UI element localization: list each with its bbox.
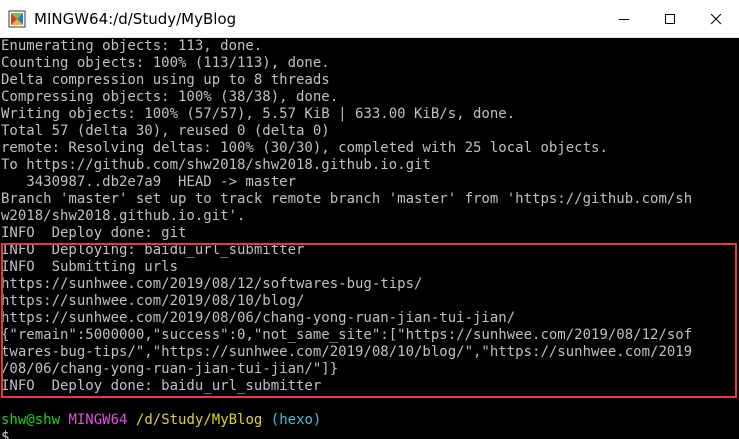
output-line: INFO Deploy done: git <box>1 225 187 241</box>
output-line: Writing objects: 100% (57/57), 5.57 KiB … <box>1 106 516 122</box>
output-line: w2018/shw2018.github.io.git'. <box>1 208 246 224</box>
terminal-window: MINGW64:/d/Study/MyBlog Enumerating obje… <box>0 0 739 439</box>
output-line: Branch 'master' set up to track remote b… <box>1 191 693 207</box>
output-line: 3430987..db2e7a9 HEAD -> master <box>1 174 297 190</box>
output-line: Enumerating objects: 113, done. <box>1 38 263 54</box>
highlighted-line: {"remain":5000000,"success":0,"not_same_… <box>1 327 693 343</box>
mingw-terminal-icon[interactable] <box>8 10 26 28</box>
prompt-system: MINGW64 <box>68 412 128 428</box>
highlighted-line: INFO Deploying: baidu_url_submitter <box>1 242 305 258</box>
window-title: MINGW64:/d/Study/MyBlog <box>34 9 237 28</box>
prompt-symbol[interactable]: $ <box>0 429 739 439</box>
highlighted-line: https://sunhwee.com/2019/08/06/chang-yon… <box>1 310 516 326</box>
shell-prompt: shw@shw MINGW64 /d/Study/MyBlog (hexo) <box>0 412 739 429</box>
output-line: Total 57 (delta 30), reused 0 (delta 0) <box>1 123 330 139</box>
highlighted-line: INFO Deploy done: baidu_url_submitter <box>1 378 322 394</box>
highlighted-line: /08/06/chang-yong-ruan-jian-tui-jian/"]} <box>1 361 339 377</box>
maximize-icon <box>665 13 675 24</box>
output-line: Compressing objects: 100% (38/38), done. <box>1 89 339 105</box>
prompt-path: /d/Study/MyBlog <box>135 412 263 428</box>
title-bar[interactable]: MINGW64:/d/Study/MyBlog <box>0 0 739 38</box>
terminal-output[interactable]: Enumerating objects: 113, done. Counting… <box>0 38 739 439</box>
close-button[interactable] <box>693 0 739 38</box>
close-icon <box>710 13 722 24</box>
prompt-branch: (hexo) <box>270 412 322 428</box>
highlighted-line: https://sunhwee.com/2019/08/10/blog/ <box>1 293 305 309</box>
output-line: Counting objects: 100% (113/113), done. <box>1 55 330 71</box>
output-line: To https://github.com/shw2018/shw2018.gi… <box>1 157 431 173</box>
minimize-button[interactable] <box>601 0 647 38</box>
prompt-user-host: shw@shw <box>1 412 61 428</box>
highlighted-line: twares-bug-tips/","https://sunhwee.com/2… <box>1 344 693 360</box>
output-line: Delta compression using up to 8 threads <box>1 72 330 88</box>
highlighted-line: INFO Submitting urls <box>1 259 179 275</box>
output-line: remote: Resolving deltas: 100% (30/30), … <box>1 140 608 156</box>
highlighted-line: https://sunhwee.com/2019/08/12/softwares… <box>1 276 423 292</box>
minimize-icon <box>619 18 629 20</box>
maximize-button[interactable] <box>647 0 693 38</box>
